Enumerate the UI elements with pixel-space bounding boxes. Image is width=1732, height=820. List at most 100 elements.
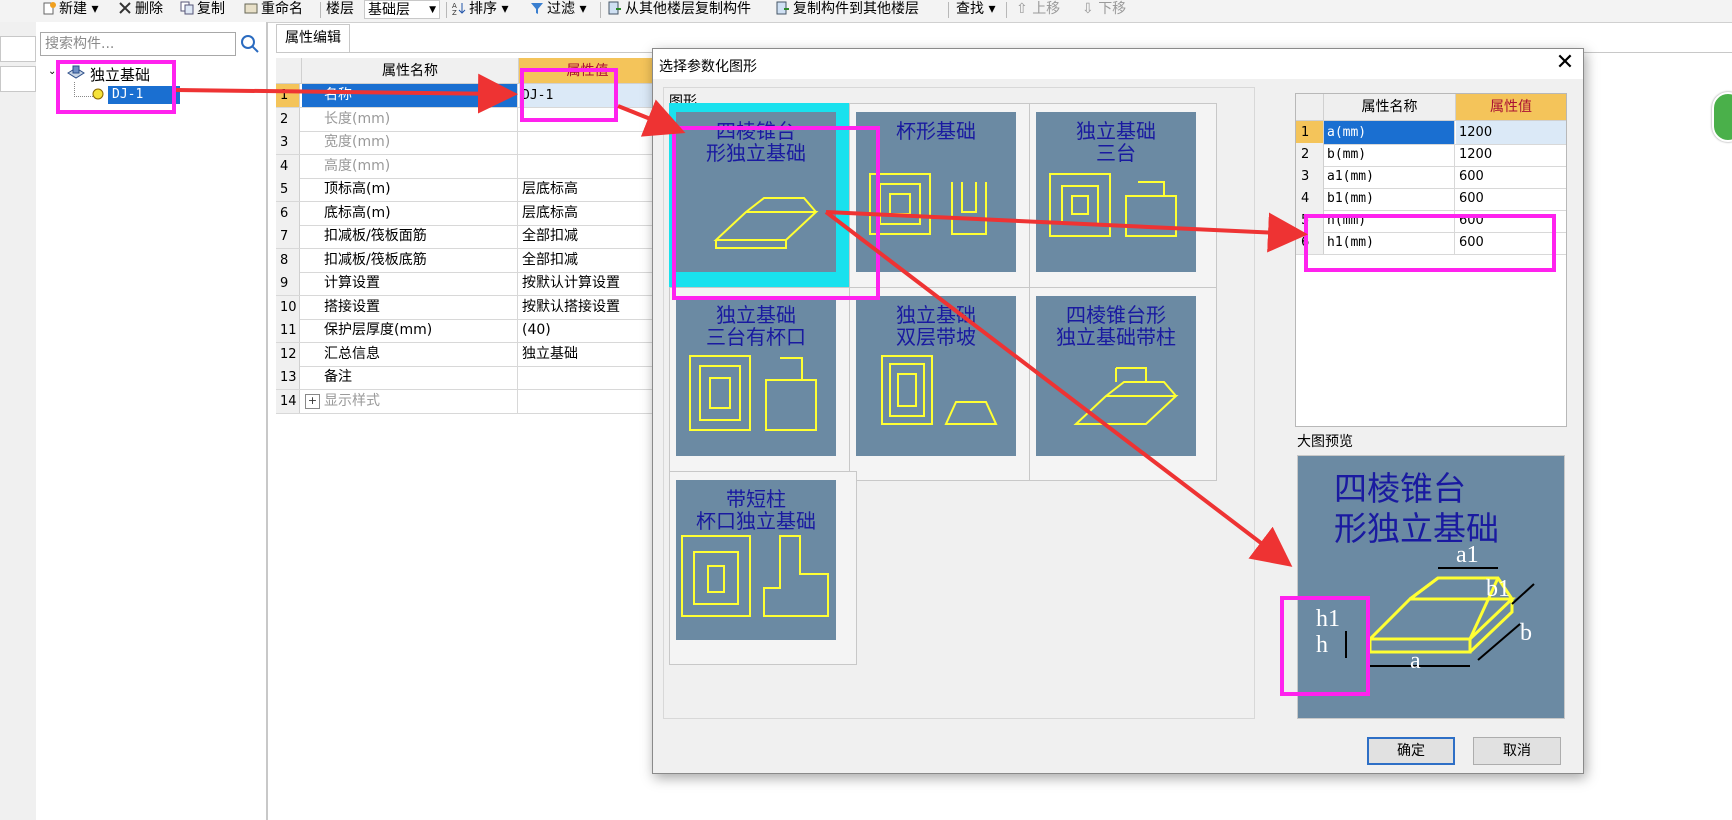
filter-button[interactable]: 过滤 ▾ [530,0,586,20]
property-row[interactable]: 11 保护层厚度(mm) (40) [276,319,656,343]
property-value[interactable] [519,366,656,389]
copy-button[interactable]: 复制 [180,0,225,20]
side-floating-button[interactable] [1712,92,1732,142]
shape-thumbnail[interactable]: 四棱锥台 形独立基础 [669,103,857,297]
property-row[interactable]: 1 名称 DJ-1 [276,84,656,108]
property-name: 高度(mm) [302,154,518,178]
large-preview-image: 四棱锥台 形独立基础 a1 b1 h1 h a b [1297,455,1565,719]
property-name: 长度(mm) [302,107,518,131]
property-value[interactable]: 按默认搭接设置 [519,296,656,319]
property-row[interactable]: 14 + 显示样式 [276,389,656,414]
property-value[interactable] [519,131,656,154]
strip-tab[interactable] [0,66,36,92]
property-value[interactable]: 独立基础 [519,343,656,366]
shape-title-line: 带短柱 [726,488,786,511]
copy-to-floor-button[interactable]: 复制构件到其他楼层 [776,0,919,20]
property-row[interactable]: 12 汇总信息 独立基础 [276,342,656,367]
header-property-name: 属性名称 [302,58,519,84]
dialog-title: 选择参数化图形 [659,59,757,75]
move-down-button[interactable]: ⇩ 下移 [1082,0,1126,20]
copy-from-floor-button[interactable]: 从其他楼层复制构件 [608,0,751,20]
sort-button[interactable]: A Z 排序 ▾ [452,0,508,20]
shape-title-line: 独立基础带柱 [1056,326,1176,349]
shape-thumbnail[interactable]: 杯形基础 [849,103,1037,297]
find-button[interactable]: 查找 ▾ [956,0,995,20]
property-row[interactable]: 10 搭接设置 按默认搭接设置 [276,295,656,320]
search-input[interactable]: 搜索构件... [40,32,236,56]
tab-property-edit[interactable]: 属性编辑 [276,24,350,53]
property-row[interactable]: 3 宽度(mm) [276,131,656,155]
svg-text:Z: Z [452,9,457,15]
collapse-icon[interactable]: ⌄ [48,66,56,77]
delete-button[interactable]: 删除 [118,0,163,20]
shape-thumbnail[interactable]: 独立基础 三台有杯口 [669,287,857,481]
shape-parameter-table: 属性名称 属性值 1 a(mm) 1200 2 b(mm) 1200 3 a1(mm) 600 4… [1295,93,1567,427]
property-value[interactable]: 全部扣减 [519,225,656,248]
param-row[interactable]: 6 h1(mm) 600 [1296,231,1566,255]
tree-item-dj1[interactable]: DJ-1 [108,86,180,104]
dim-b-label: b [1520,620,1532,646]
shape-thumbnail[interactable]: 四棱锥台形 独立基础带柱 [1029,287,1217,481]
property-row[interactable]: 8 扣减板/筏板底筋 全部扣减 [276,248,656,273]
property-name: 计算设置 [302,272,518,295]
dim-a-label: a [1410,648,1421,674]
param-row[interactable]: 3 a1(mm) 600 [1296,165,1566,189]
preview-diagram: 四棱锥台 形独立基础 a1 b1 h1 h a b [1316,471,1535,674]
property-name: + 显示样式 [302,389,518,413]
property-name: 汇总信息 [302,342,518,366]
close-icon[interactable]: ✕ [1553,51,1577,75]
shape-diagram: 独立基础三台 [1036,112,1196,272]
property-row[interactable]: 9 计算设置 按默认计算设置 [276,272,656,296]
header-property-value: 属性值 [519,58,656,84]
property-value[interactable]: 层底标高 [519,202,656,225]
shape-title-line: 独立基础 [1076,120,1156,143]
property-value[interactable]: 层底标高 [519,178,656,201]
param-value[interactable]: 600 [1456,165,1566,188]
strip-tab[interactable] [0,36,36,62]
property-row[interactable]: 4 高度(mm) [276,154,656,179]
shape-thumbnail[interactable]: 独立基础 双层带坡 [849,287,1037,481]
property-value[interactable] [519,108,656,131]
property-value[interactable]: 全部扣减 [519,249,656,272]
property-value[interactable] [519,390,656,413]
tree-root-label[interactable]: 独立基础 [90,64,150,85]
property-name: 宽度(mm) [302,131,518,154]
shape-title-line: 杯口独立基础 [696,510,816,533]
param-value[interactable]: 1200 [1456,121,1566,144]
rename-button[interactable]: 重命名 [244,0,303,20]
shape-thumbnail[interactable]: 独立基础 三台 [1029,103,1217,297]
dim-h-label: h [1316,632,1328,658]
property-value[interactable]: DJ-1 [519,84,656,107]
property-row[interactable]: 7 扣减板/筏板面筋 全部扣减 [276,225,656,249]
row-number: 8 [276,248,300,272]
ok-button[interactable]: 确定 [1367,737,1455,765]
floor-select[interactable]: 基础层 ▼ [364,0,440,19]
param-row[interactable]: 5 h(mm) 600 [1296,209,1566,233]
cancel-button[interactable]: 取消 [1473,737,1561,765]
property-value[interactable]: (40) [519,319,656,342]
property-row[interactable]: 5 顶标高(m) 层底标高 [276,178,656,202]
param-row[interactable]: 2 b(mm) 1200 [1296,143,1566,167]
move-up-button[interactable]: ⇧ 上移 [1016,0,1060,20]
property-row[interactable]: 2 长度(mm) [276,107,656,132]
param-value[interactable]: 600 [1456,209,1566,232]
property-row[interactable]: 6 底标高(m) 层底标高 [276,201,656,226]
param-value[interactable]: 600 [1456,187,1566,210]
property-value[interactable] [519,155,656,178]
expand-icon[interactable]: + [305,393,320,409]
row-number: 3 [276,131,300,154]
row-number: 1 [1296,121,1324,144]
property-row[interactable]: 13 备注 [276,366,656,390]
row-number: 6 [1296,231,1324,254]
param-row[interactable]: 1 a(mm) 1200 [1296,121,1566,145]
component-icon [90,86,106,102]
param-value[interactable]: 600 [1456,231,1566,254]
param-value[interactable]: 1200 [1456,143,1566,166]
rename-icon [244,1,258,15]
param-name: h(mm) [1324,209,1455,232]
param-row[interactable]: 4 b1(mm) 600 [1296,187,1566,211]
shape-thumbnail[interactable]: 带短柱 杯口独立基础 [669,471,857,665]
new-button[interactable]: 新建 ▾ [42,0,98,20]
property-value[interactable]: 按默认计算设置 [519,272,656,295]
search-icon[interactable] [238,32,262,56]
